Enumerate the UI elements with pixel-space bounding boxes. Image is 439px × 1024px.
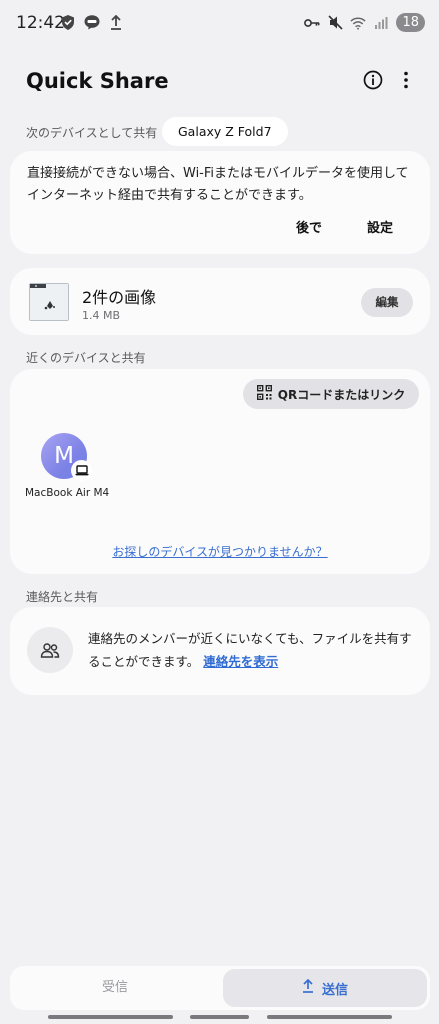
nav-handle-right bbox=[267, 1015, 392, 1019]
view-contacts-link[interactable]: 連絡先を表示 bbox=[203, 654, 278, 669]
status-bar: 12:42 18 bbox=[0, 0, 439, 48]
info-icon bbox=[363, 70, 383, 94]
file-title: 2件の画像 bbox=[82, 288, 157, 307]
contacts-label: 連絡先と共有 bbox=[26, 590, 99, 604]
bottom-tab-bar: 受信 送信 bbox=[10, 966, 430, 1010]
edit-button[interactable]: 編集 bbox=[361, 288, 413, 317]
mute-icon bbox=[327, 15, 343, 31]
later-button[interactable]: 後で bbox=[296, 217, 322, 236]
own-device-name-chip[interactable]: Galaxy Z Fold7 bbox=[162, 117, 288, 146]
nav-handle-left bbox=[48, 1015, 173, 1019]
tab-send[interactable]: 送信 bbox=[223, 969, 427, 1007]
share-as-label: 次のデバイスとして共有 bbox=[26, 126, 158, 140]
qr-code-or-link-button[interactable]: QRコードまたはリンク bbox=[243, 379, 419, 409]
contacts-card: 連絡先のメンバーが近くにいなくても、ファイルを共有することができます。 連絡先を… bbox=[10, 607, 430, 695]
connection-notice-card: 直接接続ができない場合、Wi-Fiまたはモバイルデータを使用してインターネット経… bbox=[10, 151, 430, 254]
file-card: 2件の画像 1.4 MB 編集 bbox=[10, 268, 430, 335]
more-options-button[interactable] bbox=[392, 68, 420, 96]
contacts-description: 連絡先のメンバーが近くにいなくても、ファイルを共有することができます。 連絡先を… bbox=[88, 627, 418, 673]
shield-icon bbox=[60, 14, 76, 30]
page-title: Quick Share bbox=[26, 69, 169, 93]
device-name: MacBook Air M4 bbox=[25, 487, 110, 499]
qr-button-label: QRコードまたはリンク bbox=[277, 387, 406, 402]
qr-code-icon bbox=[256, 384, 272, 403]
device-not-found-link[interactable]: お探しのデバイスが見つかりませんか？ bbox=[10, 543, 430, 560]
quick-share-screen: 12:42 18 Quick Share 次のデバイスとして共有 Galaxy … bbox=[0, 0, 439, 1024]
contacts-icon bbox=[27, 627, 73, 673]
more-options-icon bbox=[403, 70, 409, 94]
battery-level: 18 bbox=[396, 13, 425, 32]
status-left-icons bbox=[60, 14, 124, 30]
status-time: 12:42 bbox=[16, 13, 65, 33]
tab-receive[interactable]: 受信 bbox=[10, 966, 220, 1010]
nearby-label: 近くのデバイスと共有 bbox=[26, 351, 146, 365]
key-icon bbox=[304, 15, 320, 31]
tab-send-label: 送信 bbox=[321, 982, 348, 998]
upload-icon bbox=[108, 14, 124, 30]
signal-icon bbox=[373, 15, 389, 31]
status-right-icons: 18 bbox=[304, 13, 425, 32]
file-thumbnail bbox=[29, 283, 69, 321]
upload-icon bbox=[302, 978, 314, 997]
nav-handle-center bbox=[190, 1015, 249, 1019]
nearby-devices-card: QRコードまたはリンク M MacBook Air M4 お探しのデバイスが見つ… bbox=[10, 369, 430, 574]
connection-notice-text: 直接接続ができない場合、Wi-Fiまたはモバイルデータを使用してインターネット経… bbox=[27, 166, 409, 203]
file-size: 1.4 MB bbox=[82, 309, 121, 322]
line-app-icon bbox=[84, 14, 100, 30]
settings-button[interactable]: 設定 bbox=[367, 217, 393, 236]
laptop-icon bbox=[71, 460, 92, 481]
info-button[interactable] bbox=[359, 68, 387, 96]
wifi-icon bbox=[350, 15, 367, 31]
